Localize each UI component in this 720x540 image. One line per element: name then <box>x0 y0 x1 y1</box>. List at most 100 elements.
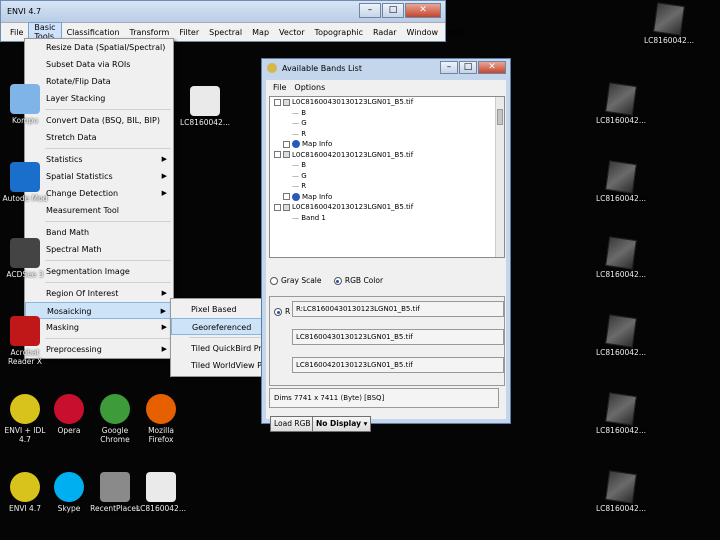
minimize-icon[interactable]: – <box>440 61 458 74</box>
menu-item-resize-data-spatial-spectral[interactable]: Resize Data (Spatial/Spectral) <box>25 39 173 56</box>
close-icon[interactable]: ✕ <box>478 61 506 74</box>
lc8160042-icon <box>146 472 176 502</box>
tree-band-item[interactable]: — Band 1 <box>270 213 504 224</box>
scrollbar-thumb[interactable] <box>497 109 503 125</box>
tree-band-item[interactable]: — B <box>270 108 504 119</box>
load-rgb-button[interactable]: Load RGB <box>270 416 315 432</box>
desktop-icon-label: LC8160042... <box>136 504 186 513</box>
tree-scrollbar[interactable] <box>495 97 504 257</box>
envi-4-7-icon <box>10 472 40 502</box>
menu-options[interactable]: Options <box>290 83 329 92</box>
menu-topographic[interactable]: Topographic <box>310 28 368 37</box>
desktop-icon-lc8160042[interactable]: LC8160042... <box>180 86 230 127</box>
tree-band-item[interactable]: — B <box>270 160 504 171</box>
tree-label: B <box>301 161 307 169</box>
desktop-icon-image-file[interactable]: LC8160042... <box>596 392 646 435</box>
bands-dialog-body: File Options L0C81600430130123LGN01_B5.ti… <box>266 80 506 432</box>
expand-toggle-icon[interactable] <box>283 193 290 200</box>
tree-band-item[interactable]: — R <box>270 129 504 140</box>
tree-map-info[interactable]: Map Info <box>270 139 504 150</box>
menu-item-stretch-data[interactable]: Stretch Data <box>25 129 173 146</box>
tree-line-icon: — <box>292 213 302 222</box>
rgb-band-selection: R R:LC81600430130123LGN01_B5.tif LC81600… <box>269 296 505 386</box>
desktop-icon-image-file[interactable]: LC8160042... <box>596 470 646 513</box>
desktop-icon-skype[interactable]: Skype <box>44 472 94 513</box>
tree-map-info[interactable]: Map Info <box>270 192 504 203</box>
r-band-option[interactable]: R <box>274 307 290 316</box>
desktop-icon-google-chrome[interactable]: Google Chrome <box>90 394 140 444</box>
menu-item-label: Preprocessing <box>46 345 102 354</box>
desktop-icon-image-file[interactable]: LC8160042... <box>644 2 694 45</box>
mozilla-firefox-icon <box>146 394 176 424</box>
menu-spectral[interactable]: Spectral <box>204 28 247 37</box>
desktop-icon-acrobat-reader-x[interactable]: Acrobat Reader X <box>0 316 50 366</box>
menu-vector[interactable]: Vector <box>274 28 310 37</box>
menu-transform[interactable]: Transform <box>125 28 175 37</box>
menu-item-measurement-tool[interactable]: Measurement Tool <box>25 202 173 219</box>
menu-separator <box>45 260 171 261</box>
desktop-icon-autode-mod[interactable]: Autode Mod <box>0 162 50 203</box>
maximize-icon[interactable]: □ <box>382 3 404 18</box>
tree-band-item[interactable]: — G <box>270 118 504 129</box>
desktop-icon-recentplaces[interactable]: RecentPlaces <box>90 472 140 513</box>
bands-tree[interactable]: L0C81600430130123LGN01_B5.tif — B — G — R Ma… <box>269 96 505 258</box>
rgb-color-option[interactable]: RGB Color <box>333 276 383 285</box>
desktop-icon-image-file[interactable]: LC8160042... <box>596 314 646 357</box>
desktop-icon-label: LC8160042... <box>596 116 646 125</box>
chevron-right-icon: ▶ <box>161 189 167 197</box>
desktop-icon-image-file[interactable]: LC8160042... <box>596 236 646 279</box>
menu-file[interactable]: File <box>269 83 290 92</box>
desktop-icon-image-file[interactable]: LC8160042... <box>596 82 646 125</box>
menu-file[interactable]: File <box>5 28 28 37</box>
tree-line-icon: — <box>292 182 302 190</box>
color-mode-group: Gray Scale RGB Color <box>270 276 393 285</box>
tree-label: Band 1 <box>301 213 326 222</box>
tree-file-node[interactable]: L0C81600430130123LGN01_B5.tif <box>270 97 504 108</box>
tree-file-node[interactable]: L0C81600420130123LGN01_B5.tif <box>270 202 504 213</box>
menu-map[interactable]: Map <box>247 28 274 37</box>
bands-window-controls: – □ ✕ <box>440 61 506 74</box>
minimize-icon[interactable]: – <box>359 3 381 18</box>
tree-file-node[interactable]: L0C81600420130123LGN01_B5.tif <box>270 150 504 161</box>
menu-separator <box>45 338 171 339</box>
desktop-icon-envi-idl-4-7[interactable]: ENVI + IDL 4.7 <box>0 394 50 444</box>
tree-band-item[interactable]: — G <box>270 171 504 182</box>
acdsee-3-icon <box>10 238 40 268</box>
image-thumbnail-icon <box>605 314 637 348</box>
desktop-icon-lc8160042[interactable]: LC8160042... <box>136 472 186 513</box>
r-band-field[interactable]: R:LC81600430130123LGN01_B5.tif <box>292 301 504 317</box>
desktop-icon-label: LC8160042... <box>596 270 646 279</box>
expand-toggle-icon[interactable] <box>274 203 281 211</box>
desktop-icon-label: LC8160042... <box>644 36 694 45</box>
expand-toggle-icon[interactable] <box>274 98 281 106</box>
menu-item-label: Segmentation Image <box>46 267 130 276</box>
tree-line-icon: — <box>292 161 302 169</box>
menu-radar[interactable]: Radar <box>368 28 402 37</box>
display-select[interactable]: No Display ▾ <box>312 416 372 432</box>
menu-filter[interactable]: Filter <box>174 28 204 37</box>
menu-separator <box>45 109 171 110</box>
expand-toggle-icon[interactable] <box>274 151 281 158</box>
b-band-field[interactable]: LC81600420130123LGN01_B5.tif <box>292 357 504 373</box>
g-band-field[interactable]: LC81600430130123LGN01_B5.tif <box>292 329 504 345</box>
menu-item-subset-data-via-rois[interactable]: Subset Data via ROIs <box>25 56 173 73</box>
radio-selected-icon <box>333 277 342 285</box>
desktop-icon-image-file[interactable]: LC8160042... <box>596 160 646 203</box>
desktop-icon-acdsee-3[interactable]: ACDSee 3 <box>0 238 50 279</box>
desktop-icon-kompu[interactable]: Kompu <box>0 84 50 125</box>
desktop-icon-mozilla-firefox[interactable]: Mozilla Firefox <box>136 394 186 444</box>
tree-label: L0C81600420130123LGN01_B5.tif <box>292 203 414 211</box>
menu-help[interactable]: Help <box>443 28 471 37</box>
menu-classification[interactable]: Classification <box>62 28 125 37</box>
menu-window[interactable]: Window <box>402 28 444 37</box>
menu-item-region-of-interest[interactable]: Region Of Interest ▶ <box>25 285 173 302</box>
maximize-icon[interactable]: □ <box>459 61 477 74</box>
desktop-icon-envi-4-7[interactable]: ENVI 4.7 <box>0 472 50 513</box>
desktop-icon-opera[interactable]: Opera <box>44 394 94 435</box>
chevron-right-icon: ▶ <box>161 172 167 180</box>
close-icon[interactable]: ✕ <box>405 3 441 18</box>
tree-label: B <box>301 108 307 117</box>
tree-band-item[interactable]: — R <box>270 181 504 192</box>
gray-scale-option[interactable]: Gray Scale <box>270 276 322 285</box>
expand-toggle-icon[interactable] <box>283 140 290 148</box>
